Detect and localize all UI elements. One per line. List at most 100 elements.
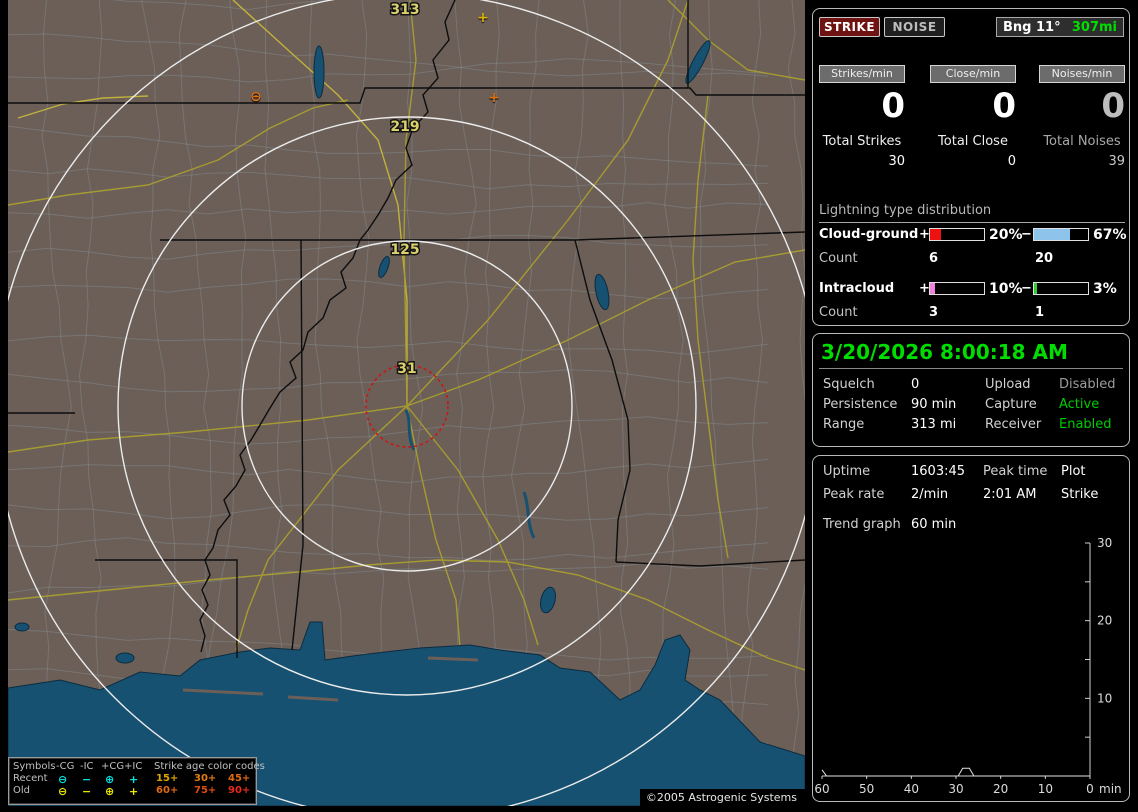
ic-positive-bar xyxy=(929,282,985,295)
total-noises-value: 39 xyxy=(1108,154,1125,169)
noises-per-min-chip: Noises/min xyxy=(1039,65,1125,83)
ring-label-125: 125 xyxy=(390,242,419,258)
plot-value: Strike xyxy=(1061,487,1099,502)
count-label: Count xyxy=(819,251,858,266)
minus-sign: − xyxy=(1021,227,1032,242)
plot-label: Plot xyxy=(1061,464,1086,479)
legend-header-pos-ic: +IC xyxy=(124,761,143,772)
uptime-label: Uptime xyxy=(823,464,871,479)
lightning-map[interactable]: 313 219 125 31 + + ⊖ Symbols -CG -IC +CG +… xyxy=(8,0,805,806)
peak-rate-value: 2/min xyxy=(911,487,949,502)
minus-sign: − xyxy=(1021,281,1032,296)
legend-age-header: Strike age color codes xyxy=(154,761,265,772)
trend-panel: Uptime 1603:45 Peak time Plot Peak rate … xyxy=(812,455,1130,802)
svg-text:50: 50 xyxy=(859,782,874,796)
ic-positive-count: 3 xyxy=(929,305,939,320)
cloud-ground-label: Cloud-ground xyxy=(819,227,919,242)
ring-label-313: 313 xyxy=(390,2,419,18)
svg-text:0: 0 xyxy=(1086,782,1094,796)
svg-text:40: 40 xyxy=(904,782,919,796)
upload-label: Upload xyxy=(985,377,1031,392)
legend-header-neg-ic: -IC xyxy=(80,761,94,772)
strikes-per-min-chip: Strikes/min xyxy=(819,65,905,83)
ic-positive-pct: 10% xyxy=(989,281,1023,297)
ring-label-31: 31 xyxy=(397,361,416,377)
datetime-display: 3/20/2026 8:00:18 AM xyxy=(821,340,1068,364)
cg-negative-bar xyxy=(1033,228,1089,241)
ic-negative-pct: 3% xyxy=(1093,281,1117,297)
old-neg-ic-icon: − xyxy=(82,785,92,798)
ring-label-219: 219 xyxy=(390,119,419,135)
intracloud-row: Intracloud + 10% − 3% xyxy=(819,281,1125,297)
range-label: Range xyxy=(823,417,865,432)
trend-graph: 10 20 30 60 50 40 30 20 10 0 min xyxy=(814,536,1122,796)
noises-per-min-value: 0 xyxy=(1101,86,1125,126)
age-15: 15+ xyxy=(156,773,179,784)
range-value: 313 mi xyxy=(911,417,957,432)
app-window: 313 219 125 31 + + ⊖ Symbols -CG -IC +CG +… xyxy=(0,0,1138,812)
count-label: Count xyxy=(819,305,858,320)
capture-value: Active xyxy=(1059,397,1100,412)
bearing-range: 307mi xyxy=(1071,19,1117,35)
noise-button[interactable]: NOISE xyxy=(884,17,945,37)
age-30: 30+ xyxy=(194,773,217,784)
map-legend: Symbols -CG -IC +CG +IC Strike age color… xyxy=(8,757,265,805)
cg-negative-count: 20 xyxy=(1035,251,1054,266)
total-close-value: 0 xyxy=(1007,154,1016,169)
cg-positive-bar xyxy=(929,228,985,241)
svg-text:min: min xyxy=(1099,782,1122,796)
peak-time-label: Peak time xyxy=(983,464,1048,479)
ic-negative-bar xyxy=(1033,282,1089,295)
legend-symbols-header: Symbols xyxy=(13,761,56,772)
legend-header-row: Symbols -CG -IC +CG +IC Strike age color… xyxy=(9,761,265,772)
age-45: 45+ xyxy=(228,773,251,784)
svg-text:20: 20 xyxy=(993,782,1008,796)
bearing-display: Bng 11° 307mi xyxy=(996,17,1124,37)
total-noises-label: Total Noises xyxy=(1043,134,1121,149)
close-column: Close/min 0 Total Close 0 xyxy=(930,65,1016,169)
persistence-value: 90 min xyxy=(911,397,957,412)
uptime-value: 1603:45 xyxy=(911,464,966,479)
legend-recent-label: Recent xyxy=(13,773,48,784)
ic-negative-count: 1 xyxy=(1035,305,1045,320)
bearing-label: Bng 11° xyxy=(1003,19,1061,35)
legend-recent-row: Recent ⊖ − ⊕ + 15+ 30+ 45+ xyxy=(9,773,256,786)
svg-text:10: 10 xyxy=(1038,782,1053,796)
copyright: ©2005 Astrogenic Systems xyxy=(639,789,805,806)
strikes-column: Strikes/min 0 Total Strikes 30 xyxy=(819,65,905,169)
legend-header-pos-cg: +CG xyxy=(101,761,125,772)
svg-text:60: 60 xyxy=(814,782,829,796)
status-row: Squelch 0 Upload Disabled xyxy=(813,377,1129,393)
cg-negative-pct: 67% xyxy=(1093,227,1127,243)
trend-graph-row: Trend graph 60 min xyxy=(813,517,1129,533)
stats-row: Uptime 1603:45 Peak time Plot xyxy=(813,464,1129,480)
trend-graph-label: Trend graph xyxy=(823,517,901,532)
divider xyxy=(819,368,1123,369)
svg-text:10: 10 xyxy=(1097,691,1112,705)
cg-positive-count: 6 xyxy=(929,251,939,266)
receiver-label: Receiver xyxy=(985,417,1042,432)
cg-positive-pct: 20% xyxy=(989,227,1023,243)
distribution-title: Lightning type distribution xyxy=(819,203,1125,223)
age-75: 75+ xyxy=(194,785,217,796)
svg-text:20: 20 xyxy=(1097,614,1112,628)
status-row: Persistence 90 min Capture Active xyxy=(813,397,1129,413)
trend-window-value: 60 min xyxy=(911,517,957,532)
close-per-min-chip: Close/min xyxy=(930,65,1016,83)
legend-old-row: Old ⊖ − ⊕ + 60+ 75+ 90+ xyxy=(9,785,256,798)
strike-button[interactable]: STRIKE xyxy=(819,17,880,37)
lake xyxy=(14,622,30,632)
status-panel: 3/20/2026 8:00:18 AM Squelch 0 Upload Di… xyxy=(812,333,1130,447)
svg-text:30: 30 xyxy=(948,782,963,796)
status-row: Range 313 mi Receiver Enabled xyxy=(813,417,1129,433)
barrier-island xyxy=(427,656,479,662)
old-pos-ic-icon: + xyxy=(129,785,139,798)
close-per-min-value: 0 xyxy=(992,86,1016,126)
lake xyxy=(115,652,135,664)
old-pos-cg-icon: ⊕ xyxy=(105,785,115,798)
age-60: 60+ xyxy=(156,785,179,796)
cloud-ground-row: Cloud-ground + 20% − 67% xyxy=(819,227,1127,243)
svg-text:30: 30 xyxy=(1097,536,1112,550)
cloud-ground-count-row: Count 6 20 xyxy=(819,251,1125,267)
intracloud-label: Intracloud xyxy=(819,281,895,296)
